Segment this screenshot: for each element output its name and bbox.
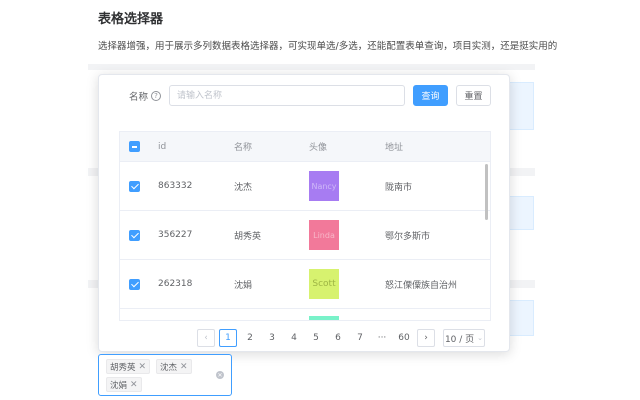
row-name: 胡秀英 bbox=[234, 231, 262, 242]
data-table: id 名称 头像 地址 863332 沈杰 Nancy 陇南市 356227 胡… bbox=[119, 131, 491, 321]
row-checkbox[interactable] bbox=[129, 278, 140, 290]
selected-tag: 胡秀英 ✕ bbox=[106, 359, 151, 374]
pagination: ‹ 1 2 3 4 5 6 7 ··· 60 › 10 / 页 ⌄ bbox=[197, 329, 485, 347]
chevron-left-icon[interactable]: ‹ bbox=[197, 329, 215, 347]
header-id: id bbox=[158, 141, 167, 152]
page-size-label: 10 / 页 bbox=[444, 334, 475, 345]
page-title: 表格选择器 bbox=[98, 12, 164, 27]
row-name: 沈杰 bbox=[234, 182, 253, 193]
search-button[interactable]: 查询 bbox=[413, 85, 448, 106]
table-row[interactable]: 356227 胡秀英 Linda 鄂尔多斯市 bbox=[120, 211, 490, 260]
header-name: 名称 bbox=[234, 143, 253, 153]
chevron-down-icon: ⌄ bbox=[477, 334, 484, 342]
name-search-input[interactable] bbox=[169, 85, 405, 106]
page-number[interactable]: 5 bbox=[307, 329, 325, 347]
background-strip bbox=[88, 64, 535, 70]
row-address: 陇南市 bbox=[385, 182, 413, 193]
close-circle-icon[interactable]: ✕ bbox=[216, 371, 224, 379]
table-row[interactable] bbox=[120, 309, 490, 320]
row-checkbox[interactable] bbox=[129, 229, 140, 241]
page-number[interactable]: 2 bbox=[241, 329, 259, 347]
close-icon[interactable]: ✕ bbox=[130, 380, 138, 390]
page-ellipsis[interactable]: ··· bbox=[373, 329, 391, 347]
page-description: 选择器增强，用于展示多列数据表格选择器，可实现单选/多选，还能配置表单查询，项目… bbox=[98, 41, 558, 52]
close-icon[interactable]: ✕ bbox=[180, 362, 188, 372]
page-number-last[interactable]: 60 bbox=[395, 329, 413, 347]
row-id: 262318 bbox=[158, 279, 193, 289]
row-address: 怒江傈僳族自治州 bbox=[385, 280, 458, 291]
tag-label: 沈娟 bbox=[110, 380, 128, 391]
background-card bbox=[508, 300, 534, 336]
avatar-image: Linda bbox=[309, 220, 339, 250]
table-row[interactable]: 262318 沈娟 Scott 怒江傈僳族自治州 bbox=[120, 260, 490, 309]
table-header: id 名称 头像 地址 bbox=[120, 132, 490, 162]
row-address: 鄂尔多斯市 bbox=[385, 231, 431, 242]
page-number[interactable]: 4 bbox=[285, 329, 303, 347]
reset-button[interactable]: 重置 bbox=[456, 85, 491, 106]
header-address: 地址 bbox=[385, 143, 404, 153]
selected-tag: 沈杰 ✕ bbox=[156, 359, 192, 374]
header-avatar: 头像 bbox=[309, 143, 328, 153]
table-select-popover: 名称 ? 查询 重置 id 名称 头像 地址 863332 沈杰 Nancy 陇… bbox=[98, 74, 510, 352]
avatar-image bbox=[309, 316, 339, 320]
background-card bbox=[508, 196, 534, 230]
select-all-checkbox[interactable] bbox=[129, 141, 140, 152]
page-number[interactable]: 3 bbox=[263, 329, 281, 347]
row-id: 356227 bbox=[158, 230, 193, 240]
close-icon[interactable]: ✕ bbox=[139, 362, 147, 372]
page-number[interactable]: 7 bbox=[351, 329, 369, 347]
row-name: 沈娟 bbox=[234, 280, 253, 291]
chevron-right-icon[interactable]: › bbox=[417, 329, 435, 347]
table-row[interactable]: 863332 沈杰 Nancy 陇南市 bbox=[120, 162, 490, 211]
background-card bbox=[508, 82, 534, 130]
page-number[interactable]: 6 bbox=[329, 329, 347, 347]
name-form-label: 名称 ? bbox=[129, 89, 162, 103]
avatar-image: Scott bbox=[309, 269, 339, 299]
row-id: 863332 bbox=[158, 181, 193, 191]
avatar-image: Nancy bbox=[309, 171, 339, 201]
selected-tag: 沈娟 ✕ bbox=[106, 377, 142, 392]
page-number[interactable]: 1 bbox=[219, 329, 237, 347]
table-scrollbar[interactable] bbox=[485, 164, 488, 220]
tag-label: 胡秀英 bbox=[110, 362, 136, 373]
name-label-text: 名称 bbox=[129, 92, 149, 103]
page-size-select[interactable]: 10 / 页 ⌄ bbox=[443, 329, 485, 347]
tag-label: 沈杰 bbox=[160, 362, 178, 373]
question-circle-icon[interactable]: ? bbox=[151, 91, 162, 101]
table-select-input[interactable]: 胡秀英 ✕ 沈杰 ✕ 沈娟 ✕ ✕ bbox=[98, 354, 232, 396]
row-checkbox[interactable] bbox=[129, 180, 140, 192]
